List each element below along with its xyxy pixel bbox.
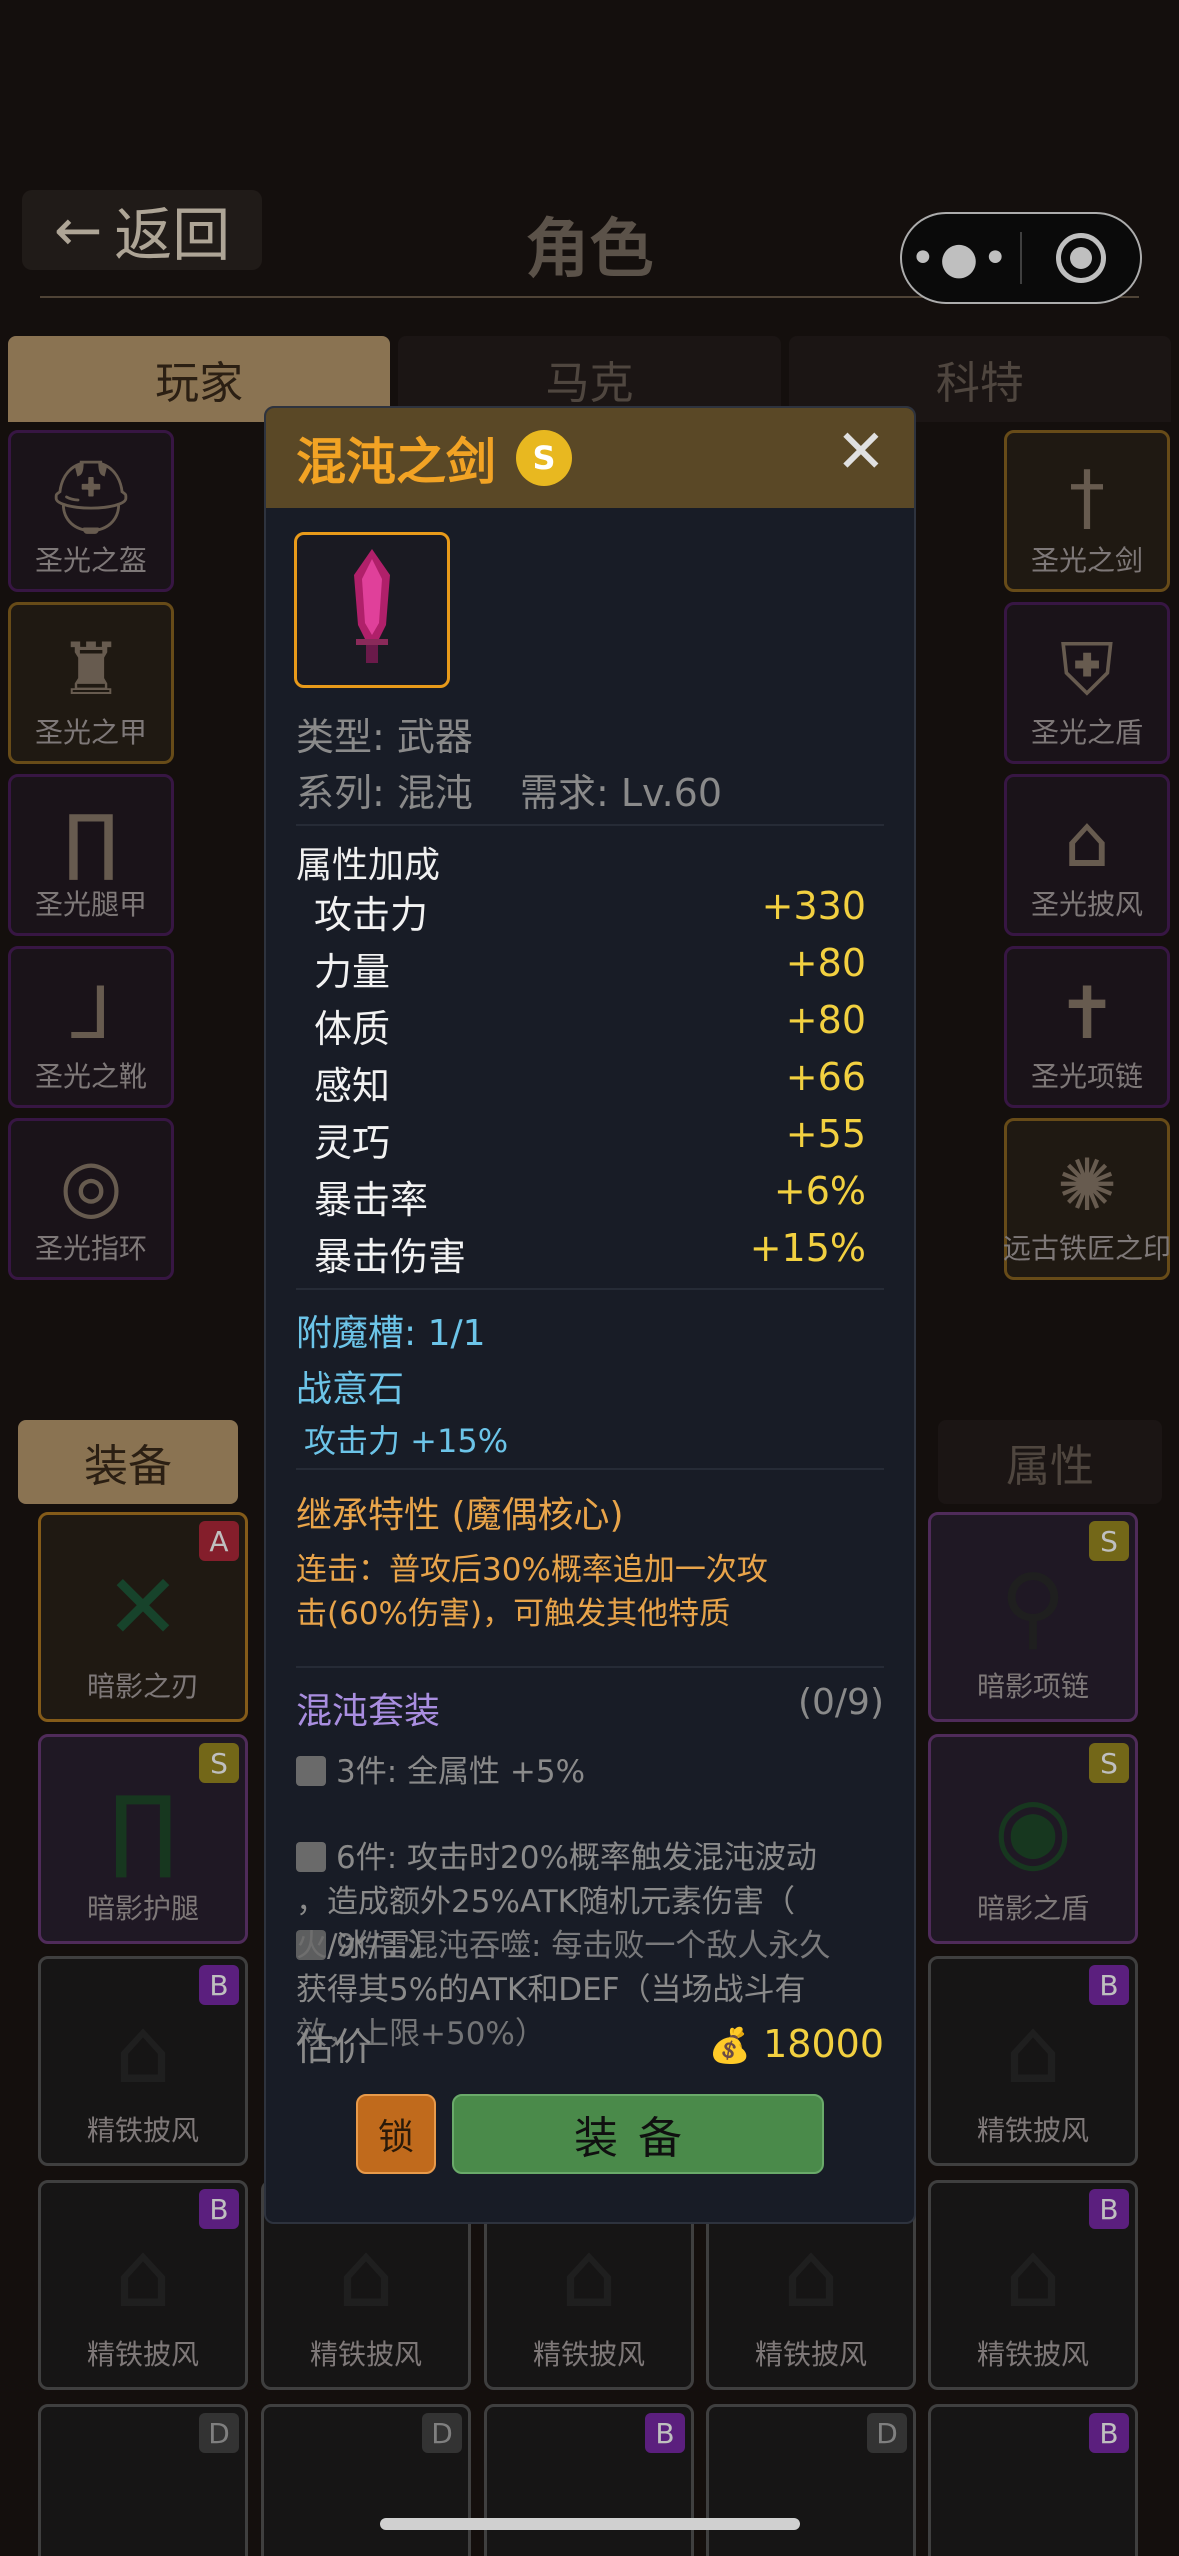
stat-name: 暴击率 [314,1178,429,1222]
stat-row: 暴击伤害 +15% [314,1226,866,1281]
enchant-slots: 附魔槽: 1/1 [296,1313,486,1354]
stat-value: +80 [785,998,866,1042]
stat-name: 感知 [314,1064,391,1108]
set-count: (0/9) [797,1682,884,1723]
stat-name: 暴击伤害 [314,1235,467,1279]
inherit-desc: 击(60%伤害)，可触发其他特质 [296,1596,731,1632]
divider [296,824,884,826]
stat-row: 力量 +80 [314,941,866,996]
item-detail-modal: 混沌之剑 S ✕ 类型: 武器 系列: 混沌 需求: Lv.60 属性加成 攻击… [264,406,916,2224]
stat-row: 感知 +66 [314,1055,866,1110]
set-bonus-text: 3件: 全属性 +5% [336,1754,586,1790]
stat-row: 攻击力 +330 [314,884,866,939]
divider [296,1288,884,1290]
rank-badge: S [516,430,572,486]
stat-name: 体质 [314,1007,391,1051]
inherit-desc: 连击：普攻后30%概率追加一次攻 [296,1552,768,1588]
lock-button[interactable]: 锁 [356,2094,436,2174]
item-series: 系列: 混沌 [296,771,473,815]
stat-value: +330 [761,884,866,928]
set-bonus-6: 6件: 攻击时20%概率触发混沌波动 [296,1832,817,1877]
set-bonus-text: 获得其5%的ATK和DEF（当场战斗有 [296,1972,806,2008]
divider [296,1468,884,1470]
chaos-sword-icon [354,549,390,663]
stat-value: +15% [749,1226,866,1270]
item-type: 类型: 武器 [296,715,473,759]
stat-name: 灵巧 [314,1121,391,1165]
stat-name: 力量 [314,950,391,994]
item-thumbnail [294,532,450,688]
inherit-title: 继承特性 (魔偶核心) [296,1495,624,1536]
money-bag-icon: 💰 [708,2025,752,2066]
stat-row: 体质 +80 [314,998,866,1053]
price-value: 💰 18000 [709,2022,884,2066]
stat-row: 暴击率 +6% [314,1169,866,1224]
checkbox-icon [296,1756,326,1786]
stat-value: +55 [785,1112,866,1156]
set-title: 混沌套装 [296,1691,441,1732]
modal-header: 混沌之剑 S ✕ [266,408,914,508]
divider [296,1666,884,1668]
stat-value: +80 [785,941,866,985]
enchant-stone: 战意石 [296,1369,405,1410]
close-icon[interactable]: ✕ [836,422,886,482]
set-bonus-3: 3件: 全属性 +5% [296,1746,585,1791]
set-bonus-text: 6件: 攻击时20%概率触发混沌波动 [336,1840,817,1876]
set-bonus-9: 9件: 混沌吞噬: 每击败一个敌人永久 [296,1920,830,1965]
set-bonus-text: 9件: 混沌吞噬: 每击败一个敌人永久 [336,1928,831,1964]
price-row: 估价 💰 18000 [296,2016,884,2071]
enchant-effect: 攻击力 +15% [304,1422,509,1460]
checkbox-icon [296,1930,326,1960]
stat-name: 攻击力 [314,893,429,937]
attr-section-title: 属性加成 [296,845,441,886]
set-bonus-text: ，造成额外25%ATK随机元素伤害（ [296,1884,795,1920]
stat-value: +6% [773,1169,866,1213]
item-requirement: 需求: Lv.60 [520,771,723,815]
stat-value: +66 [785,1055,866,1099]
item-name: 混沌之剑 [296,433,496,491]
equip-button[interactable]: 装备 [452,2094,824,2174]
price-amount: 18000 [763,2021,884,2066]
price-label: 估价 [296,2025,373,2069]
home-indicator[interactable] [380,2518,800,2530]
checkbox-icon [296,1842,326,1872]
stat-row: 灵巧 +55 [314,1112,866,1167]
